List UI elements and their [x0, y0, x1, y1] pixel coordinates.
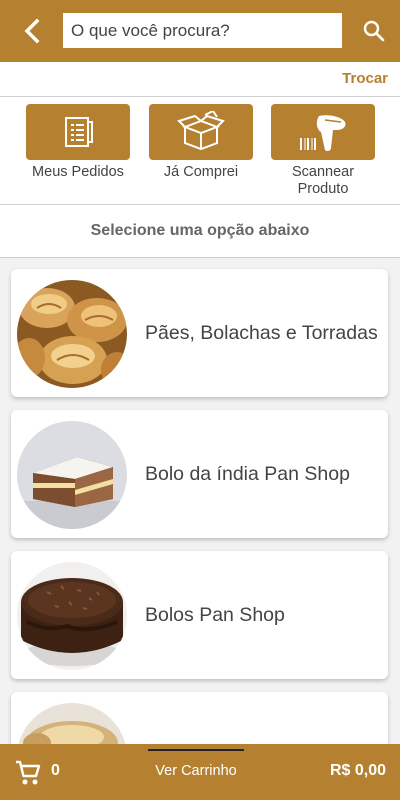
scannear-produto-label: Scannear Produto [291, 164, 355, 197]
open-box-icon [177, 111, 225, 151]
category-card[interactable]: Pães, Bolachas e Torradas [11, 269, 388, 397]
receipt-icon [65, 117, 93, 147]
view-cart-indicator [148, 749, 244, 751]
meus-pedidos-label: Meus Pedidos [32, 164, 124, 180]
view-cart-button[interactable]: Ver Carrinho [148, 763, 244, 779]
bottom-bar: 0 Ver Carrinho R$ 0,00 [0, 744, 400, 800]
ja-comprei-button[interactable]: Já Comprei [149, 104, 253, 181]
back-button[interactable] [14, 14, 50, 48]
trocar-link[interactable]: Trocar [342, 70, 388, 87]
ja-comprei-label: Já Comprei [163, 164, 239, 180]
category-label: Bolos Pan Shop [145, 603, 285, 626]
category-card[interactable]: Bolos Pan Shop [11, 551, 388, 679]
section-title: Selecione uma opção abaixo [90, 222, 310, 239]
category-label: Bolo da índia Pan Shop [145, 462, 350, 485]
category-card[interactable]: Bolo da índia Pan Shop [11, 410, 388, 538]
search-input[interactable] [63, 13, 342, 48]
meus-pedidos-button[interactable]: Meus Pedidos [26, 104, 130, 181]
bread-rolls-image [17, 280, 127, 388]
chocolate-cake-image [17, 562, 127, 670]
cart-count: 0 [51, 762, 60, 779]
divider [0, 204, 400, 205]
divider [0, 96, 400, 97]
barcode-scanner-icon [300, 115, 346, 152]
scannear-produto-tile[interactable] [271, 104, 375, 160]
divider [0, 257, 400, 258]
ja-comprei-tile[interactable] [149, 104, 253, 160]
cart-total: R$ 0,00 [329, 762, 386, 779]
layer-cake-slice-image [17, 421, 127, 529]
chevron-left-icon [24, 18, 40, 44]
shopping-cart-icon[interactable] [14, 759, 42, 787]
search-icon [363, 20, 385, 42]
category-label: Pães, Bolachas e Torradas [145, 321, 378, 344]
meus-pedidos-tile[interactable] [26, 104, 130, 160]
scannear-produto-button[interactable]: Scannear Produto [271, 104, 375, 198]
top-bar [0, 0, 400, 62]
search-button[interactable] [356, 13, 392, 49]
